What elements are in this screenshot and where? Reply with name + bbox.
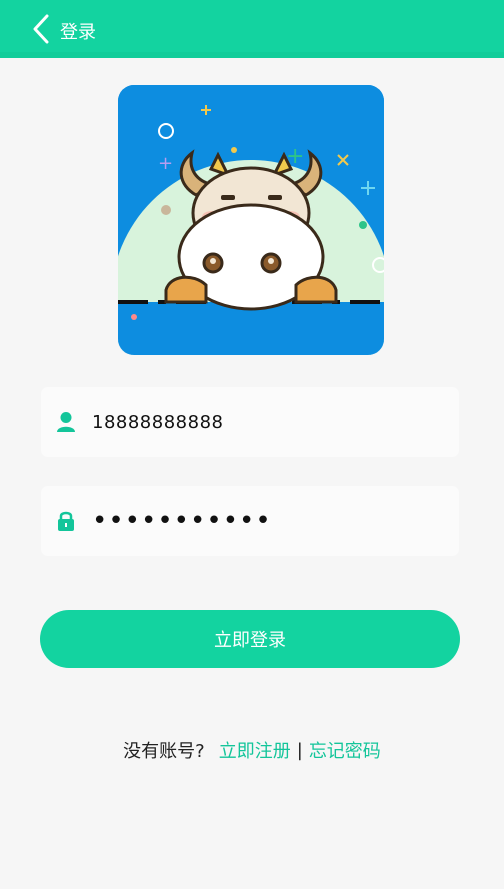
cow-mascot-illustration: + + bbox=[118, 85, 384, 355]
register-link[interactable]: 立即注册 bbox=[219, 737, 291, 763]
no-account-prompt: 没有账号? bbox=[123, 741, 205, 762]
svg-text:+: + bbox=[158, 153, 173, 174]
app-logo-avatar: + + bbox=[118, 85, 384, 355]
phone-input[interactable]: 18888888888 bbox=[92, 386, 223, 458]
page-title: 登录 bbox=[60, 22, 96, 43]
chevron-left-icon bbox=[33, 14, 49, 44]
forgot-password-link[interactable]: 忘记密码 bbox=[309, 737, 381, 763]
phone-field[interactable]: 18888888888 bbox=[40, 386, 460, 458]
password-input[interactable]: ••••••••••• bbox=[92, 485, 272, 557]
app-header: 登录 bbox=[0, 0, 504, 58]
back-button[interactable] bbox=[22, 10, 60, 48]
header-divider bbox=[0, 52, 504, 58]
footer-links: 没有账号? 立即注册 | 忘记密码 bbox=[0, 735, 504, 765]
link-separator: | bbox=[296, 739, 303, 761]
password-field[interactable]: ••••••••••• bbox=[40, 485, 460, 557]
login-button[interactable]: 立即登录 bbox=[40, 610, 460, 668]
user-icon bbox=[54, 410, 78, 434]
lock-icon bbox=[54, 509, 78, 533]
